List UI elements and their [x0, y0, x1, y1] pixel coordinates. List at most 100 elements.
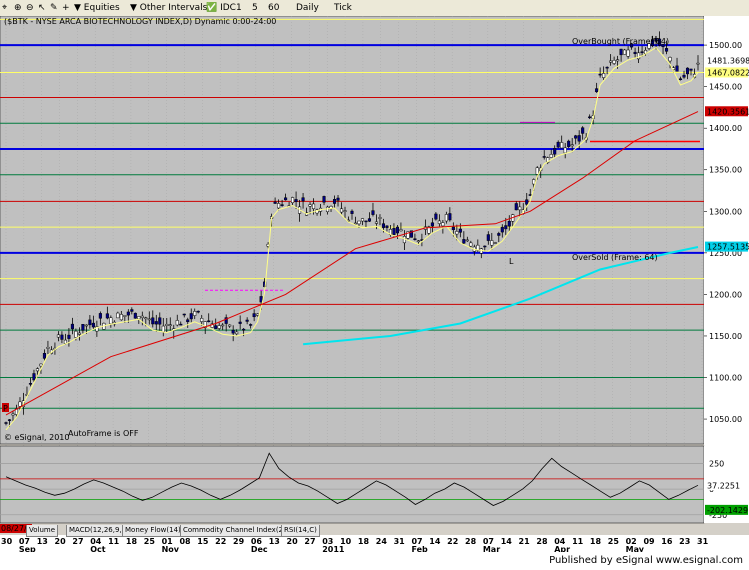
candle	[371, 210, 375, 215]
x-day-label: 31	[697, 537, 709, 546]
candle	[84, 324, 88, 327]
candle	[126, 311, 130, 316]
candle	[74, 330, 78, 338]
candle	[689, 68, 693, 71]
price-tick-label: 1500.00	[709, 41, 742, 50]
chart-area: 1500.001450.001400.001350.001300.001250.…	[0, 16, 749, 552]
x-day-label: 11	[108, 537, 120, 546]
candle	[280, 204, 284, 206]
footer-text: Published by eSignal www.esignal.com	[549, 555, 743, 566]
equities-dropdown[interactable]: ▼ Equities	[74, 0, 120, 16]
indicator-tab[interactable]: Volume	[26, 525, 59, 537]
x-day-label: 25	[608, 537, 620, 546]
candle	[525, 199, 529, 205]
interval-60-button[interactable]: 60	[268, 0, 279, 16]
indicator-tab[interactable]: Money Flow(14)	[122, 525, 184, 537]
equities-label: Equities	[83, 3, 120, 13]
candle	[105, 313, 109, 319]
x-day-label: 25	[144, 537, 156, 546]
candle	[277, 203, 281, 209]
tick-button[interactable]: Tick	[334, 0, 352, 16]
candle	[18, 401, 22, 407]
cci-panel[interactable]: 2500-25037.2251-202.1429	[0, 445, 749, 524]
candle	[175, 320, 179, 326]
cci-plot-bg	[0, 445, 705, 524]
candle	[609, 60, 613, 63]
candle	[675, 65, 679, 72]
zoom-out-icon[interactable]: ⊖	[26, 0, 34, 16]
candle	[336, 197, 340, 201]
interval-1-button[interactable]: 1	[236, 0, 242, 16]
indicator-tabs: Volume MACD(12,26,9,C) Money Flow(14) Commo…	[0, 525, 700, 537]
indicator-tab[interactable]: RSI(14,C)	[281, 525, 320, 537]
candle	[189, 313, 193, 320]
candle	[312, 203, 316, 209]
candle	[109, 317, 113, 324]
x-day-label: 18	[358, 537, 370, 546]
x-day-label: 24	[376, 537, 388, 546]
crosshair-icon[interactable]: ⌖	[2, 0, 7, 16]
candle	[242, 328, 246, 331]
candle	[56, 334, 60, 338]
candle	[392, 228, 396, 235]
candle	[238, 321, 242, 324]
candle	[301, 197, 305, 202]
candle	[67, 334, 71, 339]
x-month-label: 2011	[322, 545, 345, 552]
candle	[633, 51, 637, 55]
daily-button[interactable]: Daily	[296, 0, 319, 16]
add-icon[interactable]: +	[62, 0, 70, 16]
candle	[395, 226, 399, 234]
cursor-icon[interactable]: ↖	[38, 0, 46, 16]
x-month-label: Feb	[411, 545, 428, 552]
footer: Published by eSignal www.esignal.com	[0, 552, 749, 570]
candle	[623, 49, 627, 55]
candle	[273, 201, 277, 204]
candle	[308, 204, 312, 207]
price-tick-label: 1050.00	[709, 415, 742, 424]
candle	[179, 323, 183, 326]
candle	[182, 313, 186, 316]
candle	[200, 318, 204, 322]
price-tick-label: 1400.00	[709, 124, 742, 133]
candle	[228, 324, 232, 327]
candle	[353, 222, 358, 225]
copyright-label: © eSignal, 2010	[4, 433, 69, 442]
candle	[140, 315, 144, 318]
candle	[91, 322, 95, 328]
candle	[339, 208, 344, 213]
candle	[563, 147, 567, 154]
x-day-label: 20	[287, 537, 299, 546]
candle	[528, 194, 532, 196]
low-marker: L	[509, 257, 514, 266]
candle	[553, 148, 557, 155]
autoframe-label: AutoFrame is OFF	[68, 429, 139, 438]
zoom-in-icon[interactable]: ⊕	[14, 0, 22, 16]
candle	[444, 214, 448, 222]
x-day-label: 14	[429, 537, 441, 546]
candle	[514, 203, 518, 211]
intervals-dropdown[interactable]: ▼ Other Intervals	[130, 0, 207, 16]
candle	[294, 199, 298, 202]
candle	[616, 59, 620, 62]
candle	[374, 221, 379, 224]
candle	[570, 144, 574, 147]
x-day-label: 09	[643, 537, 655, 546]
candle	[434, 213, 438, 220]
draw-icon[interactable]: ✎	[50, 0, 58, 16]
x-day-label: 22	[215, 537, 226, 546]
candle	[39, 363, 43, 367]
interval-5-button[interactable]: 5	[252, 0, 258, 16]
x-day-label: 08	[179, 537, 191, 546]
x-day-label: 30	[1, 537, 13, 546]
candle	[469, 242, 473, 247]
idc-button[interactable]: ✅ IDC	[206, 0, 236, 16]
candle	[549, 154, 553, 158]
candle	[619, 48, 623, 56]
candle	[256, 313, 260, 316]
x-month-label: Oct	[90, 545, 106, 552]
x-month-label: Apr	[554, 545, 570, 552]
intervals-label: Other Intervals	[139, 3, 208, 13]
candle	[63, 339, 67, 344]
candle	[291, 197, 295, 204]
